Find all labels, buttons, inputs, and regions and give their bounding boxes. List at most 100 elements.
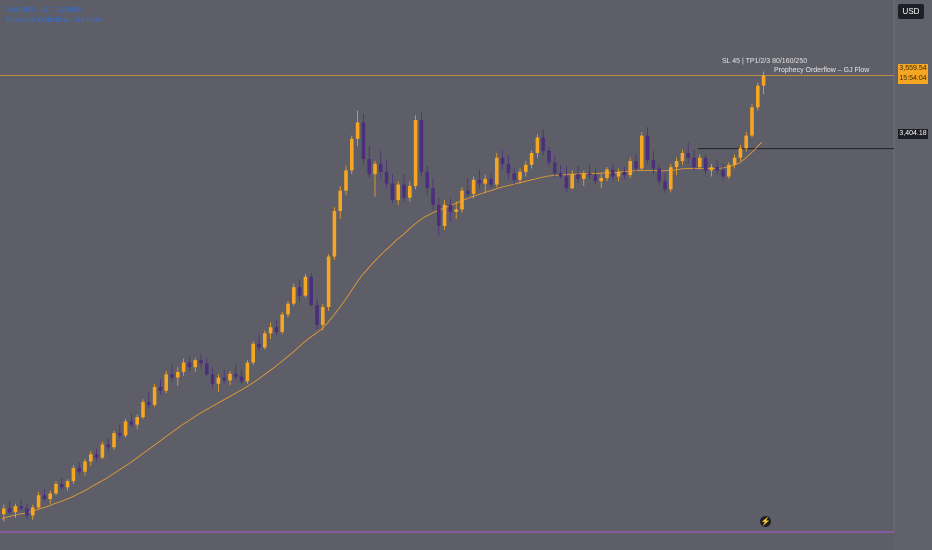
sl-tp-annotation: SL 45 | TP1/2/3 80/160/250 xyxy=(722,58,808,65)
indicator-header: Prophecy Orderflow – GJ Flow xyxy=(6,17,102,24)
candle-body xyxy=(187,362,192,368)
candle-body xyxy=(373,163,377,175)
candle xyxy=(419,112,424,177)
candle xyxy=(309,273,313,307)
candle-body xyxy=(332,210,337,257)
candle-body xyxy=(669,167,673,190)
candle-body xyxy=(257,343,261,348)
candle-body xyxy=(181,362,186,372)
candle xyxy=(460,187,464,213)
price-chart[interactable] xyxy=(0,0,932,550)
candle-body xyxy=(245,362,250,382)
candle-body xyxy=(228,373,232,381)
candle-body xyxy=(31,507,35,516)
candle-body xyxy=(326,256,331,307)
candle-body xyxy=(512,173,516,180)
bar-countdown-tag: 15:54:04 xyxy=(898,74,928,84)
candle-body xyxy=(321,306,325,325)
candle-body xyxy=(344,170,348,191)
candle-body xyxy=(297,287,302,296)
candle-body xyxy=(94,454,99,458)
candle-body xyxy=(118,433,122,436)
candle-body xyxy=(680,153,685,162)
candle-body xyxy=(170,374,174,378)
candle-body xyxy=(674,161,679,168)
candle-body xyxy=(587,173,592,176)
candle-body xyxy=(396,184,400,201)
currency-button[interactable]: USD xyxy=(898,4,924,19)
candle-body xyxy=(384,171,389,184)
candle xyxy=(141,399,145,420)
candle-body xyxy=(651,160,656,169)
candle-body xyxy=(292,287,296,304)
candle-body xyxy=(437,204,441,226)
candle-body xyxy=(309,276,313,306)
candle-body xyxy=(471,179,476,194)
candle-body xyxy=(7,508,12,513)
candle xyxy=(640,131,644,171)
candle-body xyxy=(524,164,528,172)
candle-body xyxy=(286,303,290,315)
candle-body xyxy=(89,454,93,462)
last-price-tag: 3,559.54 xyxy=(898,64,928,74)
candle-body xyxy=(663,181,667,190)
candle-body xyxy=(193,360,197,368)
candle-body xyxy=(338,190,342,211)
candle xyxy=(245,360,250,384)
candle-body xyxy=(564,176,569,189)
candle-body xyxy=(129,421,134,425)
candle-body xyxy=(13,506,18,513)
candle-body xyxy=(616,171,621,177)
candle-body xyxy=(205,363,209,375)
candle-body xyxy=(703,157,708,171)
candle-body xyxy=(135,417,139,425)
lightning-bolt-icon[interactable]: ⚡ xyxy=(760,516,771,527)
candle xyxy=(152,383,157,407)
candle-body xyxy=(750,107,754,136)
candle-body xyxy=(553,162,557,174)
candle-body xyxy=(112,433,116,448)
candle-body xyxy=(199,360,203,364)
candle-body xyxy=(77,467,81,472)
candle-body xyxy=(234,373,238,377)
candle-body xyxy=(315,305,319,325)
candle-body xyxy=(152,386,157,405)
candle-body xyxy=(611,169,615,177)
candle-body xyxy=(686,153,690,158)
candle-body xyxy=(425,171,429,189)
candle-body xyxy=(106,444,110,448)
candle xyxy=(669,163,673,193)
candle-body xyxy=(158,386,163,391)
candle-body xyxy=(547,150,551,163)
candle xyxy=(350,135,354,175)
candle-body xyxy=(442,204,447,226)
candle xyxy=(495,153,499,188)
candle-body xyxy=(268,327,273,334)
candle-body xyxy=(535,137,540,154)
candle-body xyxy=(413,120,418,186)
candle-body xyxy=(251,343,255,363)
candle-body xyxy=(570,174,574,189)
candle-body xyxy=(355,122,360,139)
candle-body xyxy=(361,122,366,160)
candle-body xyxy=(738,148,743,158)
candle-body xyxy=(216,377,221,384)
candle-body xyxy=(36,495,41,508)
candle-body xyxy=(576,174,580,179)
candle-body xyxy=(715,167,719,171)
candle-body xyxy=(222,377,226,381)
candle xyxy=(251,341,255,365)
candle-body xyxy=(83,461,87,472)
candle xyxy=(164,370,168,394)
candle-body xyxy=(698,157,702,168)
candle xyxy=(263,330,267,350)
candle-body xyxy=(657,168,661,182)
candle-body xyxy=(495,157,499,185)
candle xyxy=(756,82,760,111)
candle-body xyxy=(645,135,650,161)
candle-body xyxy=(692,157,696,168)
candle-body xyxy=(2,508,6,515)
candle-body xyxy=(500,157,505,164)
candle-body xyxy=(466,190,470,194)
candle-body xyxy=(141,402,145,418)
